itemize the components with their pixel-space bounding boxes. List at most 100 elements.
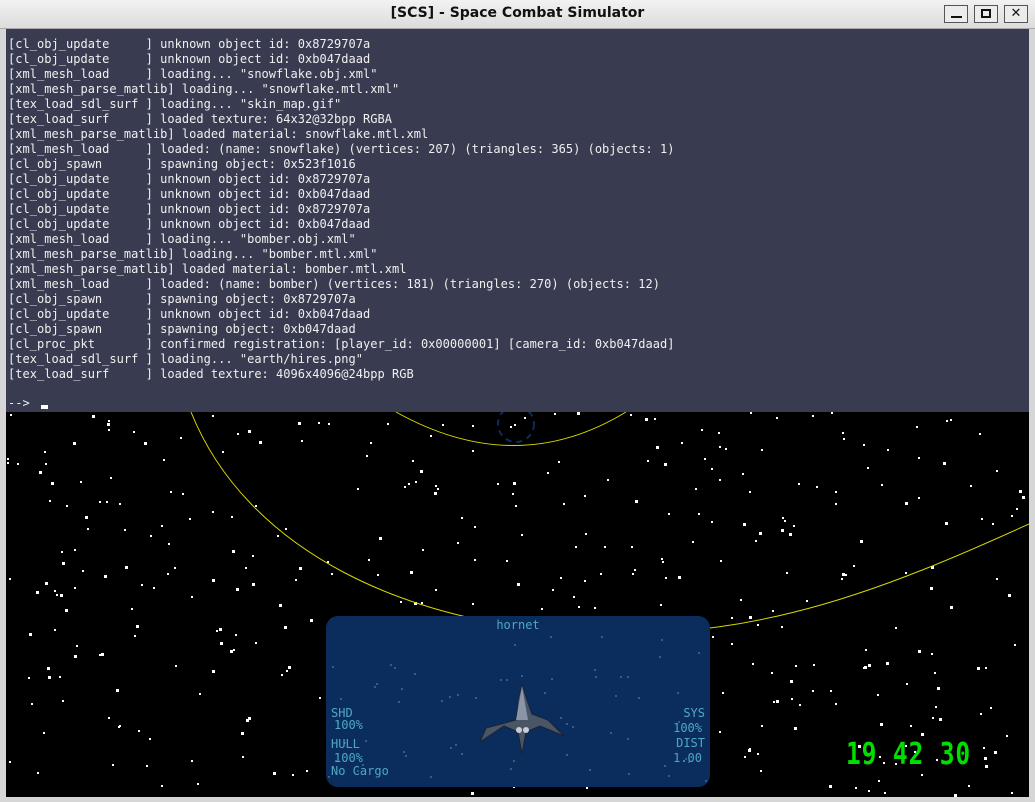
- star: [133, 431, 135, 433]
- panel-star: [510, 768, 512, 770]
- star: [212, 415, 214, 417]
- star: [719, 731, 721, 733]
- star: [233, 649, 235, 651]
- panel-star: [664, 765, 666, 767]
- star: [31, 703, 33, 705]
- star: [772, 610, 774, 612]
- star: [749, 491, 751, 493]
- star: [54, 590, 56, 592]
- star: [698, 513, 700, 515]
- panel-star: [698, 652, 700, 654]
- star: [107, 423, 110, 426]
- star: [241, 732, 244, 735]
- minimize-button[interactable]: [944, 5, 968, 23]
- star: [996, 470, 998, 472]
- star: [722, 692, 724, 694]
- console-line: [cl_obj_update ] unknown object id: 0xb0…: [8, 187, 371, 201]
- star: [197, 783, 199, 785]
- star: [174, 567, 176, 569]
- panel-star: [550, 636, 552, 638]
- star: [757, 624, 759, 626]
- star: [37, 772, 39, 774]
- console-line: [xml_mesh_load ] loading... "bomber.obj.…: [8, 232, 356, 246]
- star: [255, 505, 257, 507]
- game-clock: 19 42 30: [846, 737, 972, 772]
- star: [141, 584, 143, 586]
- star: [547, 472, 549, 474]
- console-input-cursor[interactable]: [41, 405, 48, 409]
- panel-star: [376, 683, 378, 685]
- star: [435, 485, 437, 487]
- star: [191, 596, 193, 598]
- star: [842, 432, 844, 434]
- star: [881, 484, 883, 486]
- star: [771, 672, 773, 674]
- panel-star: [566, 754, 568, 756]
- panel-star: [610, 732, 612, 734]
- star: [370, 442, 372, 444]
- star: [175, 665, 177, 667]
- close-button[interactable]: ✕: [1004, 5, 1028, 23]
- star: [216, 630, 218, 632]
- maximize-button[interactable]: [974, 5, 998, 23]
- star: [829, 785, 832, 788]
- star: [835, 503, 837, 505]
- shield-value: 100%: [334, 718, 363, 732]
- star: [191, 760, 193, 762]
- star: [718, 432, 720, 434]
- star: [996, 578, 998, 580]
- panel-star: [394, 667, 396, 669]
- star: [950, 606, 953, 609]
- star: [59, 676, 61, 678]
- star: [977, 667, 980, 670]
- console-line: [cl_obj_spawn ] spawning object: 0x523f1…: [8, 157, 356, 171]
- star: [110, 477, 112, 479]
- star: [410, 571, 413, 574]
- panel-star: [401, 688, 403, 690]
- panel-star: [365, 740, 367, 742]
- panel-star: [544, 692, 546, 694]
- star: [773, 701, 775, 703]
- star: [319, 697, 321, 699]
- close-icon: ✕: [1010, 6, 1022, 21]
- star: [668, 513, 670, 515]
- star: [219, 628, 222, 631]
- star: [1022, 496, 1025, 499]
- star: [472, 425, 474, 427]
- systems-label: SYS: [683, 706, 705, 720]
- star: [782, 517, 784, 519]
- title-bar[interactable]: [SCS] - Space Combat Simulator ✕: [0, 0, 1035, 29]
- star: [632, 573, 634, 575]
- star: [474, 526, 476, 528]
- star: [921, 733, 924, 736]
- debug-console[interactable]: [cl_obj_update ] unknown object id: 0x87…: [6, 29, 1029, 412]
- star: [62, 562, 65, 565]
- star: [950, 419, 952, 421]
- panel-star: [332, 666, 334, 668]
- panel-star: [572, 726, 574, 728]
- star: [295, 579, 297, 581]
- star: [144, 442, 147, 445]
- star: [842, 573, 845, 576]
- console-line: [tex_load_sdl_surf ] loading... "earth/h…: [8, 352, 363, 366]
- star: [656, 446, 659, 449]
- game-viewport[interactable]: [cl_obj_update ] unknown object id: 0x87…: [6, 29, 1029, 797]
- panel-star: [513, 760, 515, 762]
- star: [868, 664, 871, 667]
- star: [277, 535, 279, 537]
- star: [237, 433, 239, 435]
- star: [635, 500, 638, 503]
- star: [457, 542, 459, 544]
- star: [76, 645, 78, 647]
- star: [584, 580, 586, 582]
- panel-star: [457, 694, 459, 696]
- star: [497, 483, 499, 485]
- star: [222, 451, 224, 453]
- panel-star: [659, 656, 661, 658]
- star: [813, 664, 815, 666]
- star: [585, 533, 587, 535]
- app-window: [SCS] - Space Combat Simulator ✕ [cl_obj…: [0, 0, 1035, 802]
- star: [104, 575, 107, 578]
- star: [510, 426, 512, 428]
- star: [868, 790, 870, 792]
